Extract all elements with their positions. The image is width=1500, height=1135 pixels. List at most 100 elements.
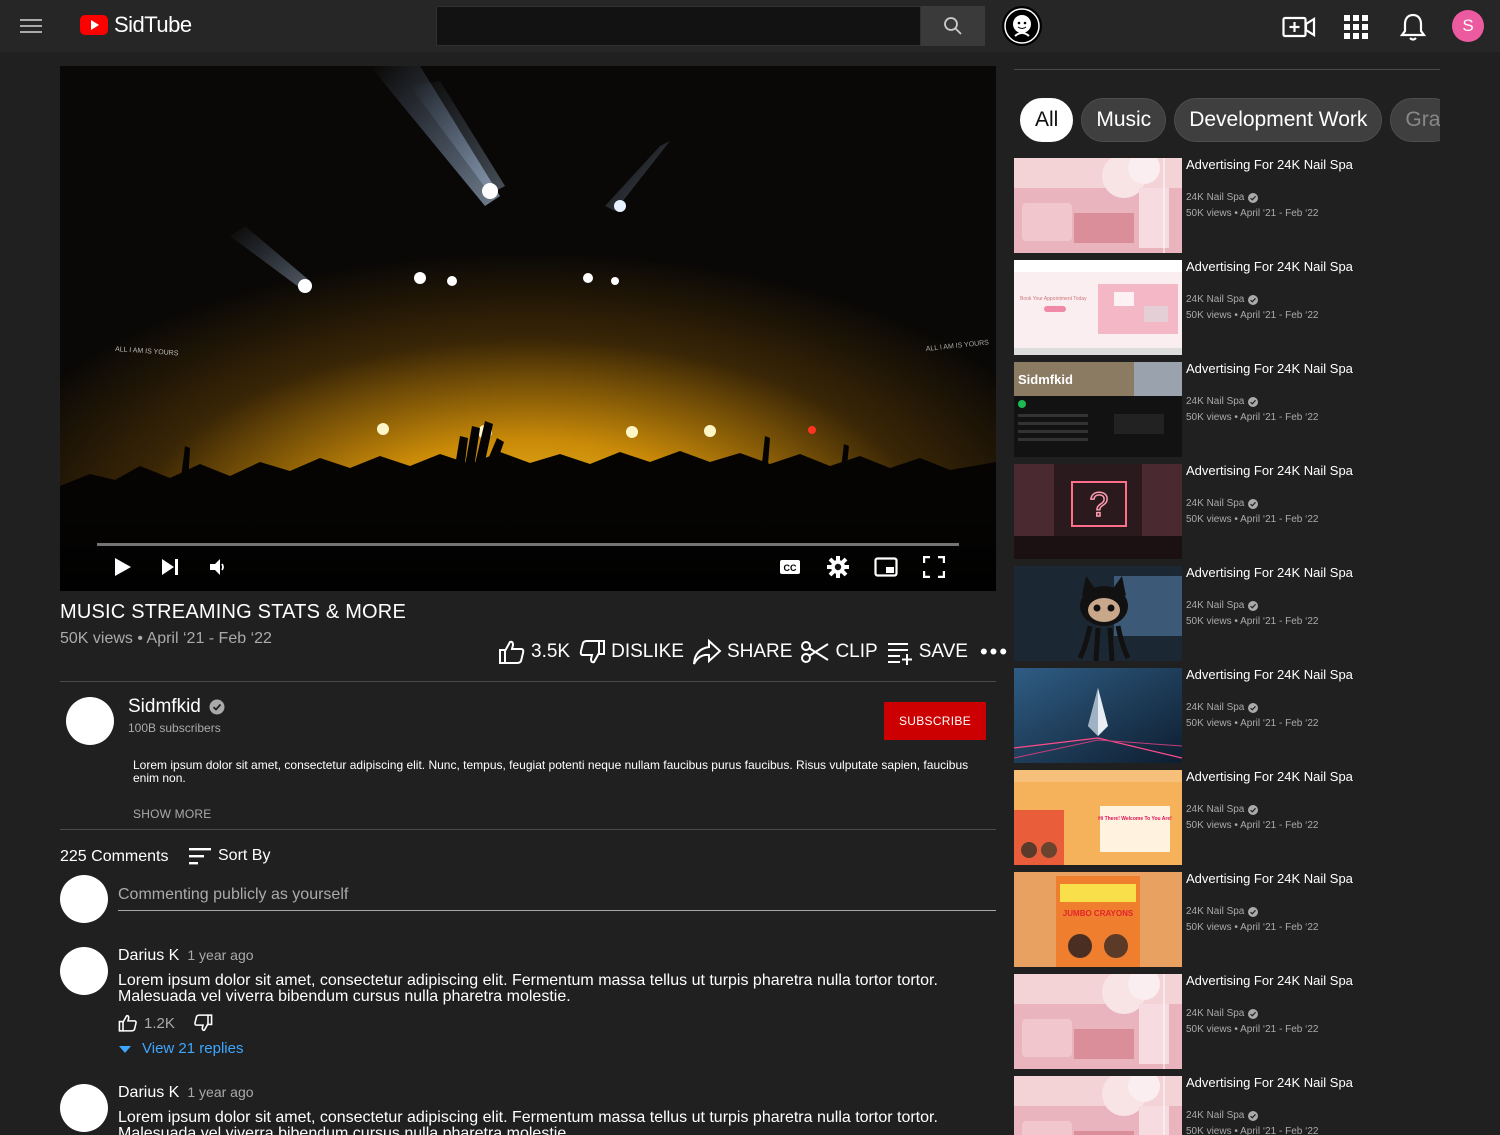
recommendation-channel[interactable]: 24K Nail Spa bbox=[1186, 1110, 1259, 1121]
hamburger-menu-icon[interactable] bbox=[18, 14, 46, 38]
recommendation-card[interactable]: Sidmfkid Advertising For 24K Nail Spa 24K … bbox=[1014, 362, 1440, 457]
recommendation-card[interactable]: Hi There! Welcome To You Are! Advertising… bbox=[1014, 770, 1440, 865]
comment-like-icon[interactable] bbox=[118, 1013, 138, 1033]
recommendation-title[interactable]: Advertising For 24K Nail Spa bbox=[1186, 362, 1356, 376]
recommendation-channel-name: 24K Nail Spa bbox=[1186, 192, 1245, 203]
svg-text:Sidmfkid: Sidmfkid bbox=[1018, 372, 1073, 387]
comment-author[interactable]: Darius K bbox=[118, 1084, 179, 1102]
mascot-avatar-icon[interactable] bbox=[1002, 6, 1042, 46]
recommendation-card[interactable]: Book Your Appointment Today Advertising F… bbox=[1014, 260, 1440, 355]
comment-dislike-icon[interactable] bbox=[193, 1013, 213, 1033]
recommendation-channel[interactable]: 24K Nail Spa bbox=[1186, 396, 1259, 407]
comment-item: Darius K 1 year ago Lorem ipsum dolor si… bbox=[60, 947, 996, 1067]
save-button[interactable]: SAVE bbox=[886, 638, 968, 666]
channel-avatar[interactable] bbox=[66, 697, 114, 745]
comment-input[interactable] bbox=[118, 880, 996, 911]
recommendation-thumbnail[interactable]: JUMBO CRAYONS bbox=[1014, 872, 1182, 967]
verified-check-icon bbox=[1248, 396, 1259, 407]
recommendation-thumbnail[interactable] bbox=[1014, 974, 1182, 1069]
create-video-icon[interactable] bbox=[1282, 10, 1316, 44]
recommendation-thumbnail[interactable]: ? bbox=[1014, 464, 1182, 559]
recommendation-channel[interactable]: 24K Nail Spa bbox=[1186, 294, 1259, 305]
recommendation-title[interactable]: Advertising For 24K Nail Spa bbox=[1186, 464, 1356, 478]
recommendation-card[interactable]: ? Advertising For 24K Nail Spa 24K Nail Sp… bbox=[1014, 464, 1440, 559]
verified-check-icon bbox=[1248, 498, 1259, 509]
recommendation-thumbnail[interactable]: Hi There! Welcome To You Are! bbox=[1014, 770, 1182, 865]
recommendation-meta: 50K views • April ‘21 - Feb ‘22 bbox=[1186, 820, 1319, 831]
recommendation-meta: 50K views • April ‘21 - Feb ‘22 bbox=[1186, 922, 1319, 933]
sidtube-logo[interactable]: SidTube bbox=[80, 12, 192, 38]
closed-captions-icon[interactable]: CC bbox=[776, 553, 804, 581]
notifications-bell-icon[interactable] bbox=[1396, 10, 1430, 44]
search-icon bbox=[943, 16, 963, 36]
next-icon[interactable] bbox=[156, 553, 184, 581]
more-options-icon[interactable]: ••• bbox=[980, 639, 1009, 665]
recommendation-thumbnail[interactable]: Book Your Appointment Today bbox=[1014, 260, 1182, 355]
recommendation-channel[interactable]: 24K Nail Spa bbox=[1186, 702, 1259, 713]
recommendation-thumbnail[interactable] bbox=[1014, 1076, 1182, 1135]
sort-by-button[interactable]: Sort By bbox=[188, 846, 270, 866]
recommendation-channel[interactable]: 24K Nail Spa bbox=[1186, 498, 1259, 509]
verified-check-icon bbox=[1248, 804, 1259, 815]
recommendation-channel-name: 24K Nail Spa bbox=[1186, 906, 1245, 917]
recommendation-meta: 50K views • April ‘21 - Feb ‘22 bbox=[1186, 412, 1319, 423]
verified-check-icon bbox=[1248, 702, 1259, 713]
recommendation-card[interactable]: Advertising For 24K Nail Spa 24K Nail Spa… bbox=[1014, 158, 1440, 253]
recommendation-channel[interactable]: 24K Nail Spa bbox=[1186, 600, 1259, 611]
verified-check-icon bbox=[1248, 1110, 1259, 1121]
chip-development-work[interactable]: Development Work bbox=[1174, 98, 1383, 142]
video-player[interactable]: ALL I AM IS YOURS ALL I AM IS YOURS CC bbox=[60, 66, 996, 591]
recommendation-channel[interactable]: 24K Nail Spa bbox=[1186, 192, 1259, 203]
chip-all[interactable]: All bbox=[1020, 98, 1074, 142]
recommendation-channel[interactable]: 24K Nail Spa bbox=[1186, 1008, 1259, 1019]
recommendation-thumbnail[interactable] bbox=[1014, 158, 1182, 253]
commenter-avatar[interactable] bbox=[60, 1084, 108, 1132]
chip-gra[interactable]: Gra bbox=[1390, 98, 1440, 142]
search-button[interactable] bbox=[921, 6, 985, 46]
recommendation-thumbnail[interactable] bbox=[1014, 668, 1182, 763]
apps-grid-icon[interactable] bbox=[1339, 10, 1373, 44]
like-button[interactable]: 3.5K bbox=[498, 638, 570, 666]
recommendation-title[interactable]: Advertising For 24K Nail Spa bbox=[1186, 770, 1356, 784]
recommendation-title[interactable]: Advertising For 24K Nail Spa bbox=[1186, 1076, 1356, 1090]
channel-name-row[interactable]: Sidmfkid bbox=[128, 696, 225, 718]
share-button[interactable]: SHARE bbox=[692, 638, 792, 666]
caret-down-icon bbox=[118, 1044, 132, 1054]
recommendation-title[interactable]: Advertising For 24K Nail Spa bbox=[1186, 974, 1356, 988]
recommendation-channel-name: 24K Nail Spa bbox=[1186, 396, 1245, 407]
recommendation-channel[interactable]: 24K Nail Spa bbox=[1186, 804, 1259, 815]
clip-button[interactable]: CLIP bbox=[800, 638, 878, 666]
search-input[interactable] bbox=[436, 6, 921, 46]
show-more-button[interactable]: SHOW MORE bbox=[133, 807, 211, 821]
comment-author[interactable]: Darius K bbox=[118, 947, 179, 965]
subscribe-button[interactable]: SUBSCRIBE bbox=[884, 702, 986, 740]
view-replies-label: View 21 replies bbox=[142, 1040, 244, 1057]
recommendation-title[interactable]: Advertising For 24K Nail Spa bbox=[1186, 260, 1356, 274]
recommendation-channel[interactable]: 24K Nail Spa bbox=[1186, 906, 1259, 917]
recommendation-card[interactable]: JUMBO CRAYONS Advertising For 24K Nail Sp… bbox=[1014, 872, 1440, 967]
fullscreen-icon[interactable] bbox=[920, 553, 948, 581]
chip-music[interactable]: Music bbox=[1081, 98, 1167, 142]
recommendation-card[interactable]: Advertising For 24K Nail Spa 24K Nail Spa… bbox=[1014, 1076, 1440, 1135]
recommendation-title[interactable]: Advertising For 24K Nail Spa bbox=[1186, 566, 1356, 580]
progress-bar[interactable] bbox=[97, 543, 959, 546]
play-icon[interactable] bbox=[108, 553, 136, 581]
recommendation-card[interactable]: Advertising For 24K Nail Spa 24K Nail Spa… bbox=[1014, 974, 1440, 1069]
miniplayer-icon[interactable] bbox=[872, 553, 900, 581]
recommendation-title[interactable]: Advertising For 24K Nail Spa bbox=[1186, 872, 1356, 886]
commenter-avatar[interactable] bbox=[60, 947, 108, 995]
view-replies-button[interactable]: View 21 replies bbox=[118, 1040, 243, 1057]
svg-text:JUMBO CRAYONS: JUMBO CRAYONS bbox=[1063, 909, 1134, 918]
settings-gear-icon[interactable] bbox=[824, 553, 852, 581]
user-avatar[interactable]: S bbox=[1452, 10, 1484, 42]
recommendation-meta: 50K views • April ‘21 - Feb ‘22 bbox=[1186, 616, 1319, 627]
recommendation-card[interactable]: Advertising For 24K Nail Spa 24K Nail Spa… bbox=[1014, 668, 1440, 763]
recommendation-card[interactable]: Advertising For 24K Nail Spa 24K Nail Spa… bbox=[1014, 566, 1440, 661]
recommendation-thumbnail[interactable] bbox=[1014, 566, 1182, 661]
volume-icon[interactable] bbox=[204, 553, 232, 581]
recommendation-thumbnail[interactable]: Sidmfkid bbox=[1014, 362, 1182, 457]
recommendation-title[interactable]: Advertising For 24K Nail Spa bbox=[1186, 158, 1426, 172]
top-bar: SidTube S bbox=[0, 0, 1500, 52]
dislike-button[interactable]: DISLIKE bbox=[578, 638, 684, 666]
recommendation-title[interactable]: Advertising For 24K Nail Spa bbox=[1186, 668, 1356, 682]
